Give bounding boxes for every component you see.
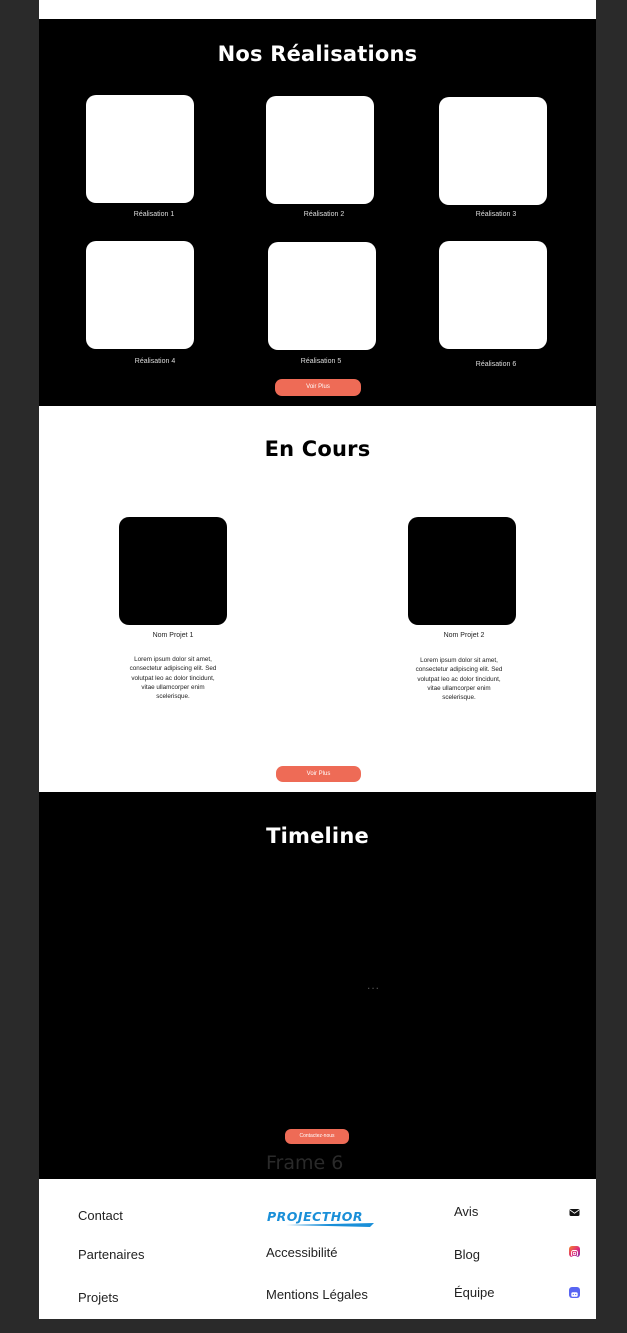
realisation-card-1[interactable]: [86, 95, 194, 203]
top-strip: [39, 0, 596, 19]
en-cours-title: En Cours: [264, 437, 371, 461]
project-name-2: Nom Projet 2: [443, 632, 485, 639]
realisation-label-3: Réalisation 3: [475, 211, 517, 218]
footer-link-equipe[interactable]: Équipe: [454, 1285, 494, 1300]
realisation-card-4[interactable]: [86, 241, 194, 349]
timeline-title: Timeline: [266, 824, 369, 848]
realisation-label-1: Réalisation 1: [133, 211, 175, 218]
footer-link-accessibilite[interactable]: Accessibilité: [266, 1245, 338, 1260]
realisation-label-2: Réalisation 2: [303, 211, 345, 218]
en-cours-more-button[interactable]: Voir Plus: [276, 766, 361, 782]
realisation-label-4: Réalisation 4: [134, 358, 176, 365]
mail-icon[interactable]: [569, 1205, 580, 1216]
realisations-title: Nos Réalisations: [217, 42, 418, 66]
logo-text: PROJECTHOR: [267, 1209, 363, 1224]
project-description-1: Lorem ipsum dolor sit amet, consectetur …: [129, 656, 217, 701]
footer-link-projets[interactable]: Projets: [78, 1290, 118, 1305]
realisations-section: Nos Réalisations Réalisation 1 Réalisati…: [39, 19, 596, 406]
realisation-card-2[interactable]: [266, 96, 374, 204]
frame-label: Frame 6: [266, 1152, 344, 1174]
instagram-icon[interactable]: [569, 1246, 580, 1257]
timeline-section: Timeline ... Contactez-nous Frame 6: [39, 792, 596, 1179]
footer-link-contact[interactable]: Contact: [78, 1208, 123, 1223]
footer-link-blog[interactable]: Blog: [454, 1247, 480, 1262]
realisation-card-6[interactable]: [439, 241, 547, 349]
contact-button[interactable]: Contactez-nous: [285, 1129, 349, 1144]
realisation-label-6: Réalisation 6: [475, 361, 517, 368]
footer: Contact Partenaires Projets PROJECTHOR A…: [39, 1179, 596, 1319]
footer-link-mentions-legales[interactable]: Mentions Légales: [266, 1287, 368, 1302]
projecthor-logo[interactable]: PROJECTHOR: [266, 1207, 384, 1229]
realisation-card-3[interactable]: [439, 97, 547, 205]
realisation-label-5: Réalisation 5: [300, 358, 342, 365]
realisation-card-5[interactable]: [268, 242, 376, 350]
project-card-1[interactable]: [119, 517, 227, 625]
project-card-2[interactable]: [408, 517, 516, 625]
realisations-more-button[interactable]: Voir Plus: [275, 379, 361, 396]
page-frame: Nos Réalisations Réalisation 1 Réalisati…: [39, 0, 596, 1319]
discord-icon[interactable]: [569, 1287, 580, 1298]
project-description-2: Lorem ipsum dolor sit amet, consectetur …: [415, 657, 503, 702]
footer-link-avis[interactable]: Avis: [454, 1204, 478, 1219]
en-cours-section: En Cours Nom Projet 1 Lorem ipsum dolor …: [39, 406, 596, 792]
project-name-1: Nom Projet 1: [152, 632, 194, 639]
footer-link-partenaires[interactable]: Partenaires: [78, 1247, 144, 1262]
timeline-more-icon[interactable]: ...: [367, 978, 380, 992]
